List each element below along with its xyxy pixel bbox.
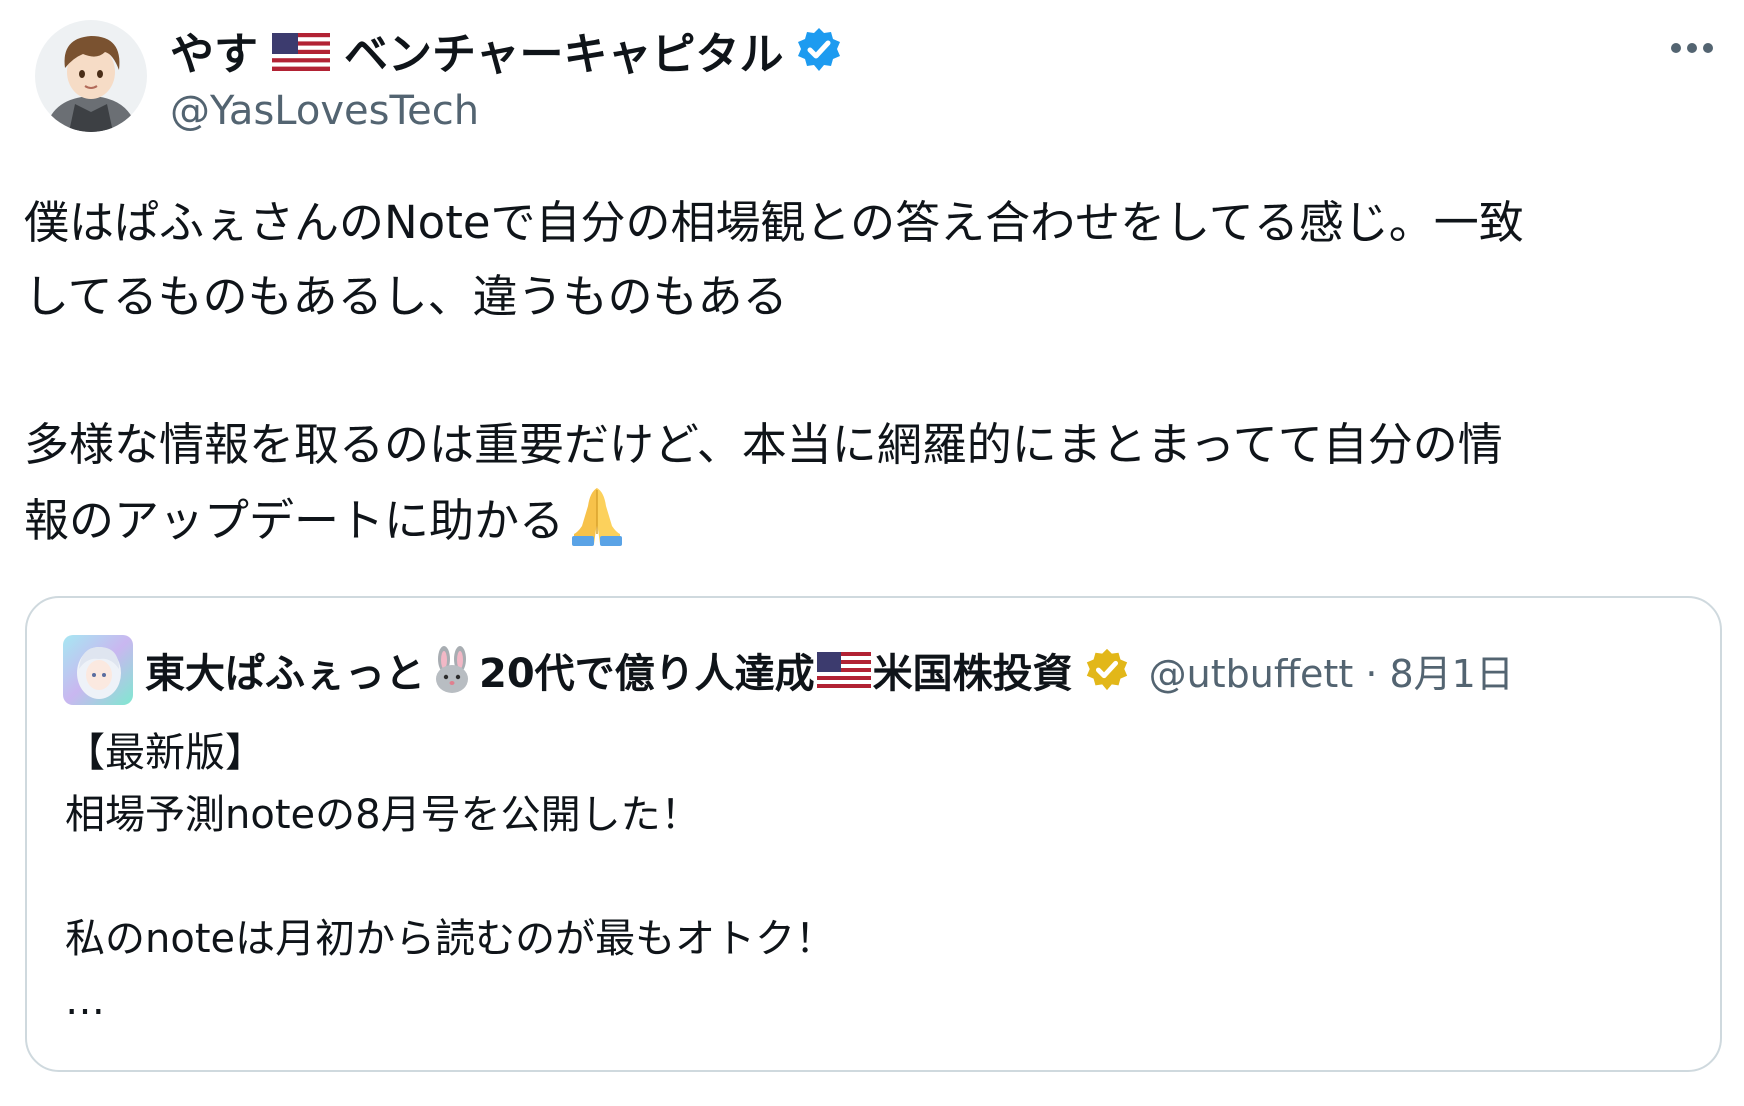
more-horizontal-icon bbox=[1671, 43, 1713, 53]
blue-verified-badge-icon[interactable] bbox=[794, 25, 844, 75]
quote-header: 東大ぱふぇっと 20代で億り人達成 米国株投資 @utbuffett · 8月1… bbox=[63, 634, 1514, 706]
quote-author-name[interactable]: 東大ぱふぇっと 20代で億り人達成 米国株投資 bbox=[145, 641, 1073, 699]
quote-avatar[interactable] bbox=[63, 635, 133, 705]
anime-girl-avatar-icon bbox=[63, 635, 133, 705]
tweet-line: 多様な情報を取るのは重要だけど、本当に網羅的にまとまってて自分の情 bbox=[24, 418, 1503, 471]
more-options-button[interactable] bbox=[1660, 22, 1724, 74]
quote-body-line: 相場予測noteの8月号を公開した！ bbox=[65, 792, 701, 838]
quote-body-line: 私のnoteは月初から読むのが最もオトク！ bbox=[65, 916, 836, 962]
quote-name-part1: 東大ぱふぇっと bbox=[145, 651, 425, 697]
quote-body: 【最新版】 相場予測noteの8月号を公開した！ 私のnoteは月初から読むのが… bbox=[65, 722, 1665, 1032]
us-flag-icon bbox=[272, 31, 330, 71]
quote-name-part3: 米国株投資 bbox=[872, 651, 1073, 697]
quote-name-part2: 20代で億り人達成 bbox=[479, 651, 815, 697]
author-name-suffix: ベンチャーキャピタル bbox=[344, 29, 784, 80]
quote-date[interactable]: 8月1日 bbox=[1390, 652, 1514, 696]
rabbit-face-icon bbox=[427, 645, 477, 695]
tweet-line: 僕はぱふぇさんのNoteで自分の相場観との答え合わせをしてる感じ。一致 bbox=[24, 196, 1524, 249]
quote-body-line: 【最新版】 bbox=[65, 730, 265, 776]
quoted-tweet-card[interactable]: 東大ぱふぇっと 20代で億り人達成 米国株投資 @utbuffett · 8月1… bbox=[25, 596, 1722, 1072]
quote-body-ellipsis: … bbox=[65, 978, 105, 1024]
folded-hands-icon bbox=[564, 482, 630, 548]
us-flag-icon bbox=[816, 652, 871, 688]
tweet-line-last: 報のアップデートに助かる bbox=[24, 482, 1729, 558]
tweet-line: してるものもあるし、違うものもある bbox=[24, 270, 788, 323]
anime-avatar-icon bbox=[35, 20, 147, 132]
author-avatar[interactable] bbox=[35, 20, 147, 132]
gold-verified-badge-icon[interactable] bbox=[1083, 646, 1131, 694]
author-handle[interactable]: @YasLovesTech bbox=[170, 88, 479, 134]
quote-meta: @utbuffett · 8月1日 bbox=[1149, 643, 1514, 698]
quote-handle[interactable]: @utbuffett bbox=[1149, 652, 1354, 696]
tweet-text: 僕はぱふぇさんのNoteで自分の相場観との答え合わせをしてる感じ。一致 してるも… bbox=[24, 186, 1729, 558]
author-name[interactable]: やす ベンチャーキャピタル bbox=[170, 20, 844, 80]
tweet-line-text: 報のアップデートに助かる bbox=[24, 494, 565, 547]
quote-separator: · bbox=[1365, 651, 1378, 696]
author-name-prefix: やす bbox=[170, 29, 258, 80]
